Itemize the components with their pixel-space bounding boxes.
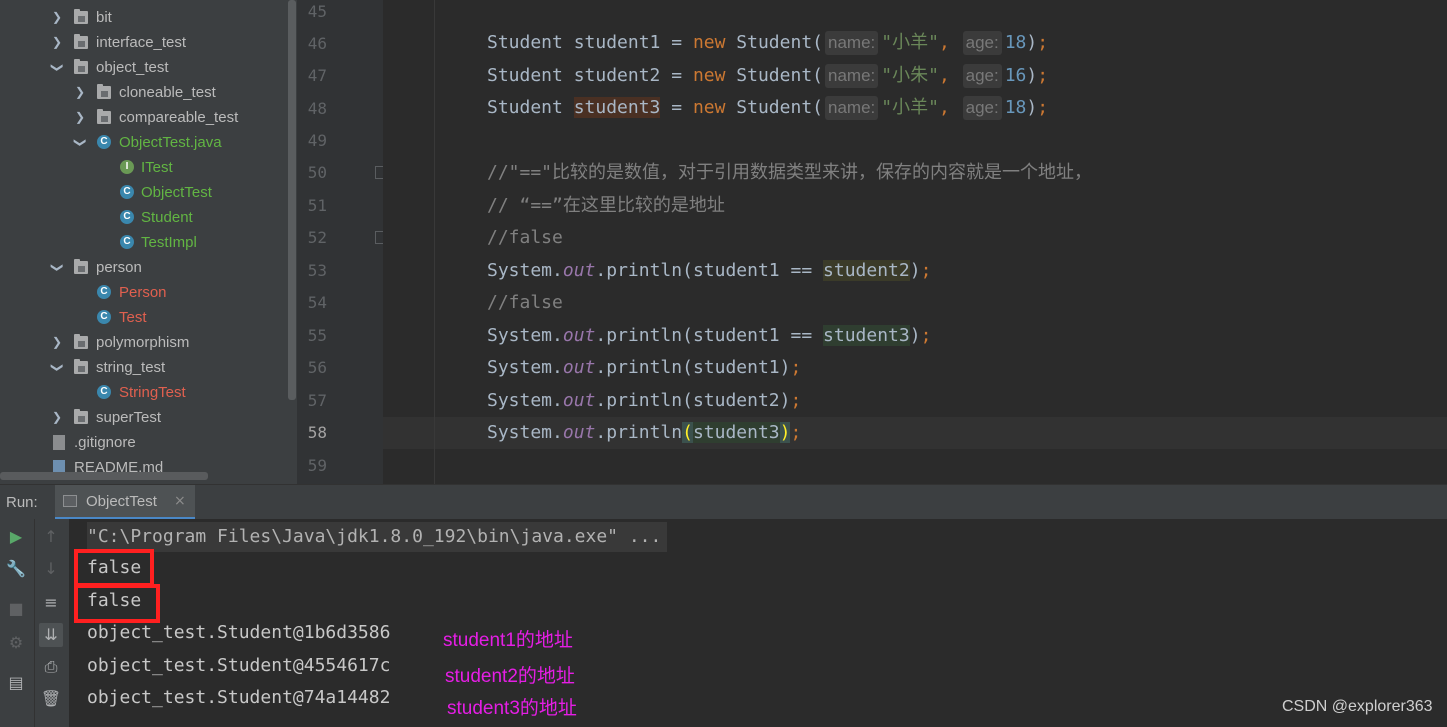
run-tab-label: ObjectTest [86,493,157,510]
settings-bug-icon[interactable]: ⚙ [4,631,28,655]
scrollbar-thumb[interactable] [288,0,296,400]
indent-guide [434,0,435,484]
code-line-48[interactable]: Student student3 = new Student(name: "小羊"… [487,96,1048,120]
run-panel-header: Run: ObjectTest × [0,484,1447,520]
line-number: 49 [307,131,327,150]
line-number-current: 58 [307,423,327,442]
print-icon[interactable]: ⎙ [39,655,63,679]
console-output[interactable]: "C:\Program Files\Java\jdk1.8.0_192\bin\… [69,519,1447,727]
java-class-icon: C [97,385,111,399]
chevron-right-icon[interactable]: ❯ [73,80,87,105]
chevron-down-icon[interactable]: ❯ [45,61,70,75]
vertical-scrollbar[interactable] [287,0,297,484]
chevron-right-icon[interactable]: ❯ [73,105,87,130]
param-hint: name: [825,64,879,88]
code-line-54-comment[interactable]: //false [487,291,563,315]
line-number: 59 [307,456,327,475]
code-line-51-comment[interactable]: // “==”在这里比较的是地址 [487,194,725,218]
line-number: 57 [307,391,327,410]
chevron-right-icon[interactable]: ❯ [50,5,64,30]
code-line-52-comment[interactable]: //false [487,226,563,250]
param-hint: age: [962,64,1002,88]
wrench-icon[interactable]: 🔧 [4,557,28,581]
java-class-icon: C [120,185,134,199]
run-toolbar-right: ↑ ↓ ≡ ⇊ ⎙ 🗑 [34,519,70,727]
line-number: 53 [307,261,327,280]
java-class-icon: C [97,285,111,299]
close-icon[interactable]: × [174,493,186,509]
code-line-46[interactable]: Student student1 = new Student(name: "小羊"… [487,31,1048,55]
folder-icon [74,9,88,24]
code-line-50-comment[interactable]: //"=="比较的是数值，对于引用数据类型来讲，保存的内容就是一个地址， [487,161,1092,185]
code-line-55[interactable]: System.out.println(student1 == student3)… [487,324,931,348]
highlight-box [74,584,160,623]
param-hint: name: [825,96,879,120]
param-hint: age: [962,31,1002,55]
line-number: 55 [307,326,327,345]
line-number: 50 [307,163,327,182]
folder-icon [74,259,88,274]
layout-icon[interactable]: ▤ [4,671,28,695]
java-class-icon: C [97,310,111,324]
folder-icon [74,34,88,49]
line-number: 48 [307,99,327,118]
folder-icon [74,59,88,74]
scroll-to-end-icon[interactable]: ⇊ [39,623,63,647]
console-icon [63,495,77,507]
java-class-icon: C [97,135,111,149]
code-line-58[interactable]: System.out.println(student3); [487,421,801,445]
line-number: 47 [307,66,327,85]
run-toolbar-left: ▶ 🔧 ■ ⚙ ▤ [0,519,34,727]
watermark: CSDN @explorer363 [1282,698,1433,715]
chevron-down-icon[interactable]: ❯ [45,261,70,275]
code-line-56[interactable]: System.out.println(student1); [487,356,801,380]
folder-icon [97,109,111,124]
run-label: Run: [6,494,38,511]
chevron-right-icon[interactable]: ❯ [50,330,64,355]
line-number: 52 [307,228,327,247]
code-editor[interactable]: Student student1 = new Student(name: "小羊"… [383,0,1447,484]
chevron-right-icon[interactable]: ❯ [50,30,64,55]
console-output-line: object_test.Student@74a14482 [87,687,391,708]
annotation-student3: student3的地址 [447,698,577,719]
horizontal-scrollbar[interactable] [0,472,208,480]
folder-icon [74,409,88,424]
highlight-box [74,549,154,587]
trash-icon[interactable]: 🗑 [39,687,63,711]
down-arrow-icon[interactable]: ↓ [39,557,63,581]
line-number: 56 [307,358,327,377]
file-icon [53,435,65,450]
chevron-down-icon[interactable]: ❯ [45,361,70,375]
chevron-right-icon[interactable]: ❯ [50,405,64,430]
line-number: 51 [307,196,327,215]
java-class-icon: C [120,235,134,249]
folder-icon [74,334,88,349]
code-line-53[interactable]: System.out.println(student1 == student2)… [487,259,931,283]
run-icon[interactable]: ▶ [4,525,28,549]
line-number: 45 [307,2,327,21]
interface-icon: I [120,160,134,174]
code-line-57[interactable]: System.out.println(student2); [487,389,801,413]
annotation-student2: student2的地址 [445,666,575,687]
folder-icon [74,359,88,374]
up-arrow-icon[interactable]: ↑ [39,525,63,549]
line-number: 46 [307,34,327,53]
console-output-line: object_test.Student@4554617c [87,655,391,676]
chevron-down-icon[interactable]: ❯ [68,136,93,150]
soft-wrap-icon[interactable]: ≡ [39,591,63,615]
line-number: 54 [307,293,327,312]
stop-icon[interactable]: ■ [4,597,28,621]
project-tree: ❯ bit ❯ interface_test ❯ object_test ❯ c… [0,0,287,484]
console-command-line: "C:\Program Files\Java\jdk1.8.0_192\bin\… [87,522,668,552]
code-line-47[interactable]: Student student2 = new Student(name: "小朱"… [487,64,1048,88]
annotation-student1: student1的地址 [443,630,573,651]
folder-icon [97,84,111,99]
param-hint: name: [825,31,879,55]
param-hint: age: [962,96,1002,120]
run-tab-objecttest[interactable]: ObjectTest × [55,485,195,520]
java-class-icon: C [120,210,134,224]
line-number-gutter: 45 46 47 48 49 50 51 52 53 54 55 56 57 5… [297,0,386,484]
